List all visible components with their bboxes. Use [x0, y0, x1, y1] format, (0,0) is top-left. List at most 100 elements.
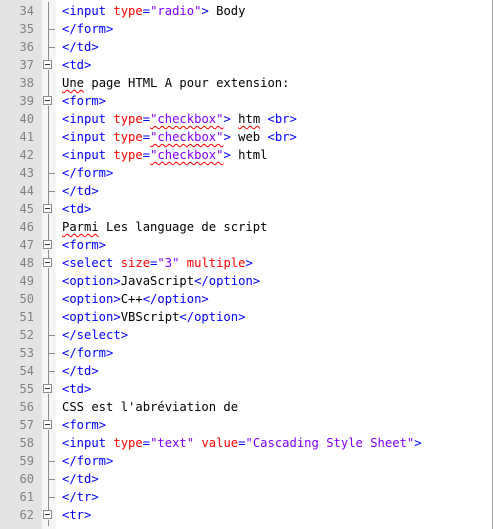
code-token: <input — [62, 130, 114, 144]
code-text: </td> — [62, 38, 99, 56]
code-line[interactable]: 59 </form> — [0, 452, 492, 470]
code-text: </td> — [62, 362, 99, 380]
code-line[interactable]: 39 <form> — [0, 92, 492, 112]
code-token: htm — [238, 112, 261, 126]
code-text: <input type="checkbox"> web <br> — [62, 128, 297, 146]
code-line[interactable]: 62 <tr> — [0, 506, 492, 526]
code-token: </td> — [62, 472, 99, 486]
line-number: 37 — [19, 58, 34, 72]
fold-collapse-icon[interactable] — [42, 380, 56, 400]
code-token: CSS est l'abréviation de — [62, 400, 239, 414]
code-line[interactable]: 52 </select> — [0, 326, 492, 344]
code-token: size — [120, 256, 151, 270]
code-token: Parmi — [62, 220, 99, 234]
fold-end-marker — [42, 20, 56, 38]
code-token: <td> — [62, 202, 92, 216]
code-token: = — [142, 130, 151, 144]
code-line[interactable]: 57 <form> — [0, 416, 492, 436]
code-line[interactable]: 50 <option>C++</option> — [0, 290, 492, 308]
line-number: 52 — [19, 328, 34, 342]
code-token: "radio" — [150, 4, 202, 18]
code-line[interactable]: 58 <input type="text" value="Cascading St… — [0, 434, 492, 452]
fold-line-marker — [42, 110, 56, 128]
code-token: > — [414, 436, 422, 450]
fold-collapse-icon[interactable] — [42, 254, 56, 274]
code-token: > — [223, 148, 231, 162]
code-line[interactable]: 40 <input type="checkbox"> htm <br> — [0, 110, 492, 128]
code-line[interactable]: 45 <td> — [0, 200, 492, 220]
fold-collapse-icon[interactable] — [42, 416, 56, 436]
code-token: VBScript — [120, 310, 180, 324]
code-text: <input type="checkbox"> html — [62, 146, 267, 164]
fold-end-marker — [42, 326, 56, 344]
code-text: Parmi Les language de script — [62, 218, 267, 236]
code-line[interactable]: 36 </td> — [0, 38, 492, 56]
code-token: <form> — [62, 238, 107, 252]
fold-line-marker — [42, 218, 56, 236]
code-text: <input type="checkbox"> htm <br> — [62, 110, 297, 128]
code-line[interactable]: 44 </td> — [0, 182, 492, 200]
code-line[interactable]: 46 Parmi Les language de script — [0, 218, 492, 236]
code-token: <input — [62, 4, 114, 18]
fold-collapse-icon[interactable] — [42, 56, 56, 76]
fold-line-marker — [42, 272, 56, 290]
line-number: 56 — [19, 400, 34, 414]
code-line[interactable]: 34 <input type="radio"> Body — [0, 2, 492, 20]
code-token: <input — [62, 436, 114, 450]
line-number: 62 — [19, 508, 34, 522]
code-line[interactable]: 35 </form> — [0, 20, 492, 38]
code-line[interactable]: 61 </tr> — [0, 488, 492, 506]
code-line[interactable]: 38 Une page HTML A pour extension: — [0, 74, 492, 92]
code-line[interactable]: 55 <td> — [0, 380, 492, 400]
fold-collapse-icon[interactable] — [42, 236, 56, 256]
code-token: html — [230, 148, 268, 162]
code-text: </td> — [62, 182, 99, 200]
code-token: <br> — [267, 130, 297, 144]
line-number: 47 — [19, 238, 34, 252]
code-line[interactable]: 42 <input type="checkbox"> html — [0, 146, 492, 164]
code-line[interactable]: 47 <form> — [0, 236, 492, 256]
code-line[interactable]: 54 </td> — [0, 362, 492, 380]
code-token: value — [201, 436, 239, 450]
code-token: web — [230, 130, 268, 144]
line-number: 44 — [19, 184, 34, 198]
code-line[interactable]: 43 </form> — [0, 164, 492, 182]
fold-collapse-icon[interactable] — [42, 92, 56, 112]
fold-line-marker — [42, 74, 56, 92]
code-text: <form> — [62, 92, 106, 110]
fold-collapse-icon[interactable] — [42, 506, 56, 526]
code-token: Une — [62, 76, 85, 90]
code-token: > — [223, 112, 231, 126]
line-number: 43 — [19, 166, 34, 180]
fold-collapse-icon[interactable] — [42, 200, 56, 220]
code-line[interactable]: 48 <select size="3" multiple> — [0, 254, 492, 274]
line-number: 34 — [19, 4, 34, 18]
fold-line-marker — [42, 308, 56, 326]
fold-end-marker — [42, 362, 56, 380]
code-token: </option> — [179, 310, 246, 324]
code-token: </select> — [62, 328, 129, 342]
code-line[interactable]: 56 CSS est l'abréviation de — [0, 398, 492, 416]
code-token: = — [142, 4, 151, 18]
line-number: 46 — [19, 220, 34, 234]
code-line[interactable]: 60 </td> — [0, 470, 492, 488]
code-token: </form> — [62, 454, 114, 468]
code-token: type — [113, 436, 143, 450]
line-number: 40 — [19, 112, 34, 126]
code-line[interactable]: 49 <option>JavaScript</option> — [0, 272, 492, 290]
code-line[interactable]: 37 <td> — [0, 56, 492, 76]
code-editor[interactable]: 34 <input type="radio"> Body 35 </form> 36 </… — [0, 0, 493, 529]
code-line[interactable]: 41 <input type="checkbox"> web <br> — [0, 128, 492, 146]
line-number: 48 — [19, 256, 34, 270]
line-number: 45 — [19, 202, 34, 216]
line-number: 50 — [19, 292, 34, 306]
line-number: 49 — [19, 274, 34, 288]
code-line[interactable]: 53 </form> — [0, 344, 492, 362]
code-line[interactable]: 51 <option>VBScript</option> — [0, 308, 492, 326]
code-text: <option>VBScript</option> — [62, 308, 245, 326]
code-token: </tr> — [62, 490, 99, 504]
code-text: <input type="text" value="Cascading Styl… — [62, 434, 422, 452]
line-number: 57 — [19, 418, 34, 432]
line-number: 61 — [19, 490, 34, 504]
